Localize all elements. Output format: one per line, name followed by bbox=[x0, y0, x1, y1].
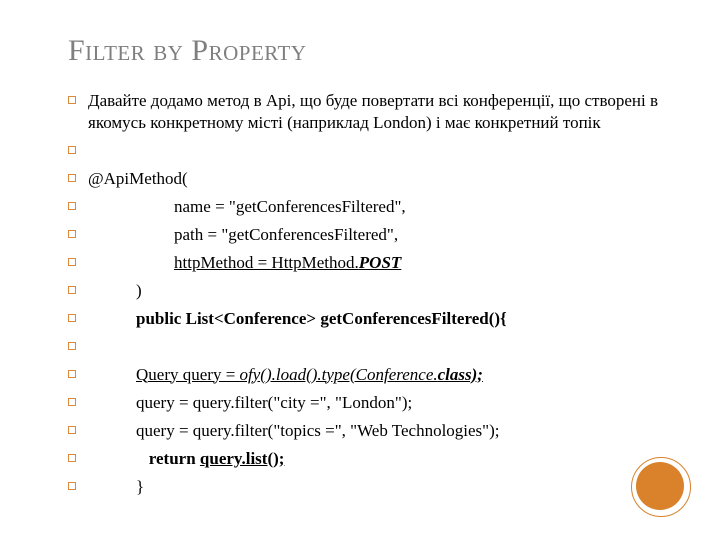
bullet-item: @ApiMethod( bbox=[68, 168, 670, 190]
bullet-item bbox=[68, 140, 670, 162]
bullet-item: path = "getConferencesFiltered", bbox=[68, 224, 670, 246]
slide: Filter by Property Давайте додамо метод … bbox=[0, 0, 720, 540]
bullet-item: Query query = ofy().load().type(Conferen… bbox=[68, 364, 670, 386]
bullet-item: return query.list(); bbox=[68, 448, 670, 470]
bullet-list: Давайте додамо метод в Api, що буде пове… bbox=[68, 90, 670, 498]
bullet-item: query = query.filter("city =", "London")… bbox=[68, 392, 670, 414]
slide-title: Filter by Property bbox=[68, 34, 670, 68]
circle-decoration-icon bbox=[636, 462, 684, 510]
bullet-item: } bbox=[68, 476, 670, 498]
bullet-item bbox=[68, 336, 670, 358]
bullet-item: ) bbox=[68, 280, 670, 302]
bullet-item: query = query.filter("topics =", "Web Te… bbox=[68, 420, 670, 442]
bullet-item: httpMethod = HttpMethod.POST bbox=[68, 252, 670, 274]
bullet-item: public List<Conference> getConferencesFi… bbox=[68, 308, 670, 330]
bullet-item: name = "getConferencesFiltered", bbox=[68, 196, 670, 218]
bullet-item: Давайте додамо метод в Api, що буде пове… bbox=[68, 90, 670, 134]
